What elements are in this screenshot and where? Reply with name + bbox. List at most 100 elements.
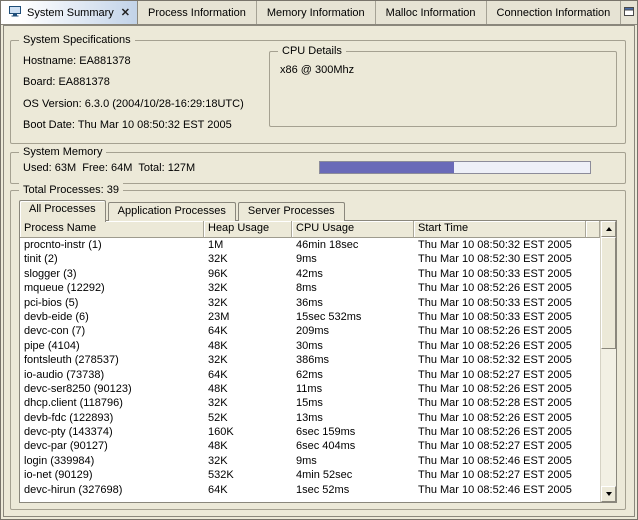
table-cell — [586, 267, 600, 281]
table-cell — [586, 439, 600, 453]
table-cell: 36ms — [292, 296, 414, 310]
table-cell: login (339984) — [20, 454, 204, 468]
tab-process-information[interactable]: Process Information — [138, 1, 257, 24]
table-row[interactable]: tinit (2)32K9msThu Mar 10 08:52:30 EST 2… — [20, 252, 600, 266]
table-cell: 32K — [204, 296, 292, 310]
table-cell: 1sec 52ms — [292, 483, 414, 497]
group-title: Total Processes: 39 — [19, 183, 123, 197]
table-cell: 8ms — [292, 281, 414, 295]
table-cell: pipe (4104) — [20, 339, 204, 353]
table-cell — [292, 497, 414, 502]
table-row[interactable]: devb-fdc (122893)52K13msThu Mar 10 08:52… — [20, 411, 600, 425]
boot-date-text: Boot Date: Thu Mar 10 08:50:32 EST 2005 — [23, 119, 232, 131]
table-cell: 64K — [204, 324, 292, 338]
table-cell: 48K — [204, 439, 292, 453]
tab-malloc-information[interactable]: Malloc Information — [376, 1, 487, 24]
table-row[interactable]: devc-con (7)64K209msThu Mar 10 08:52:26 … — [20, 324, 600, 338]
table-cell: dhcp.client (118796) — [20, 396, 204, 410]
tab-memory-information[interactable]: Memory Information — [257, 1, 376, 24]
table-cell: Thu Mar 10 08:52:26 EST 2005 — [414, 382, 586, 396]
table-row[interactable]: devc-par (90127)48K6sec 404msThu Mar 10 … — [20, 439, 600, 453]
table-cell: devc-hirun (327698) — [20, 483, 204, 497]
table-cell: Thu Mar 10 08:52:28 EST 2005 — [414, 396, 586, 410]
table-row[interactable]: pci-bios (5)32K36msThu Mar 10 08:50:33 E… — [20, 296, 600, 310]
table-row[interactable]: login (339984)32K9msThu Mar 10 08:52:46 … — [20, 454, 600, 468]
table-cell: Thu Mar 10 08:52:26 EST 2005 — [414, 281, 586, 295]
table-cell: Thu Mar 10 08:52:27 EST 2005 — [414, 368, 586, 382]
table-cell: mqueue (12292) — [20, 281, 204, 295]
close-icon[interactable]: ✕ — [121, 8, 130, 18]
table-row[interactable]: procnto-instr (1)1M46min 18secThu Mar 10… — [20, 238, 600, 252]
table-cell — [586, 411, 600, 425]
table-row[interactable]: devc-ser8250 (90123)48K11msThu Mar 10 08… — [20, 382, 600, 396]
table-cell — [204, 497, 292, 502]
cpu-details-text: x86 @ 300Mhz — [280, 64, 354, 76]
table-row[interactable] — [20, 497, 600, 502]
table-cell: 9ms — [292, 252, 414, 266]
tab-label: Process Information — [148, 7, 246, 19]
table-cell: 6sec 404ms — [292, 439, 414, 453]
process-tabs: All Processes Application Processes Serv… — [19, 199, 347, 221]
table-cell: 11ms — [292, 382, 414, 396]
tab-connection-information[interactable]: Connection Information — [487, 1, 622, 24]
table-row[interactable]: devb-eide (6)23M15sec 532msThu Mar 10 08… — [20, 310, 600, 324]
total-processes-group: Total Processes: 39 All Processes Applic… — [10, 190, 626, 510]
column-header-filler — [586, 221, 600, 238]
table-cell: 30ms — [292, 339, 414, 353]
table-row[interactable]: slogger (3)96K42msThu Mar 10 08:50:33 ES… — [20, 267, 600, 281]
table-row[interactable]: devc-hirun (327698)64K1sec 52msThu Mar 1… — [20, 483, 600, 497]
table-cell — [586, 368, 600, 382]
column-header-process-name[interactable]: Process Name — [20, 221, 204, 238]
table-cell — [586, 483, 600, 497]
table-cell: 13ms — [292, 411, 414, 425]
vertical-scrollbar[interactable] — [600, 221, 616, 502]
table-cell: slogger (3) — [20, 267, 204, 281]
table-cell: devc-con (7) — [20, 324, 204, 338]
table-cell: Thu Mar 10 08:52:46 EST 2005 — [414, 454, 586, 468]
minimize-view-button[interactable] — [621, 1, 637, 24]
scroll-down-button[interactable] — [601, 486, 616, 502]
tab-label: Connection Information — [497, 7, 611, 19]
table-cell — [586, 252, 600, 266]
tab-system-summary[interactable]: System Summary ✕ — [1, 1, 138, 24]
table-cell: Thu Mar 10 08:52:26 EST 2005 — [414, 339, 586, 353]
table-cell: Thu Mar 10 08:52:26 EST 2005 — [414, 425, 586, 439]
arrow-down-icon — [606, 492, 612, 496]
table-cell — [586, 454, 600, 468]
table-row[interactable]: fontsleuth (278537)32K386msThu Mar 10 08… — [20, 353, 600, 367]
table-cell: 532K — [204, 468, 292, 482]
column-header-cpu-usage[interactable]: CPU Usage — [292, 221, 414, 238]
column-header-heap-usage[interactable]: Heap Usage — [204, 221, 292, 238]
table-cell: 64K — [204, 368, 292, 382]
table-cell: 32K — [204, 454, 292, 468]
table-cell: Thu Mar 10 08:52:27 EST 2005 — [414, 439, 586, 453]
minimize-view-icon — [623, 6, 635, 20]
table-row[interactable]: dhcp.client (118796)32K15msThu Mar 10 08… — [20, 396, 600, 410]
table-cell: Thu Mar 10 08:50:33 EST 2005 — [414, 310, 586, 324]
table-cell — [586, 281, 600, 295]
table-row[interactable]: pipe (4104)48K30msThu Mar 10 08:52:26 ES… — [20, 339, 600, 353]
tab-server-processes[interactable]: Server Processes — [238, 202, 345, 221]
table-cell: 32K — [204, 252, 292, 266]
column-header-start-time[interactable]: Start Time — [414, 221, 586, 238]
table-cell: 32K — [204, 281, 292, 295]
table-cell: 386ms — [292, 353, 414, 367]
table-row[interactable]: mqueue (12292)32K8msThu Mar 10 08:52:26 … — [20, 281, 600, 295]
table-cell: 48K — [204, 382, 292, 396]
scrollbar-thumb[interactable] — [601, 237, 616, 349]
table-cell: 15sec 532ms — [292, 310, 414, 324]
table-row[interactable]: devc-pty (143374)160K6sec 159msThu Mar 1… — [20, 425, 600, 439]
table-cell: devb-eide (6) — [20, 310, 204, 324]
table-cell: devc-pty (143374) — [20, 425, 204, 439]
scroll-up-button[interactable] — [601, 221, 616, 237]
table-row[interactable]: io-net (90129)532K4min 52secThu Mar 10 0… — [20, 468, 600, 482]
group-title: System Memory — [19, 145, 106, 159]
table-cell: 48K — [204, 339, 292, 353]
table-cell: 42ms — [292, 267, 414, 281]
table-cell: Thu Mar 10 08:52:46 EST 2005 — [414, 483, 586, 497]
tab-application-processes[interactable]: Application Processes — [108, 202, 236, 221]
table-cell: 46min 18sec — [292, 238, 414, 252]
tab-all-processes[interactable]: All Processes — [19, 200, 106, 222]
memory-usage-bar — [319, 161, 591, 174]
table-row[interactable]: io-audio (73738)64K62msThu Mar 10 08:52:… — [20, 368, 600, 382]
